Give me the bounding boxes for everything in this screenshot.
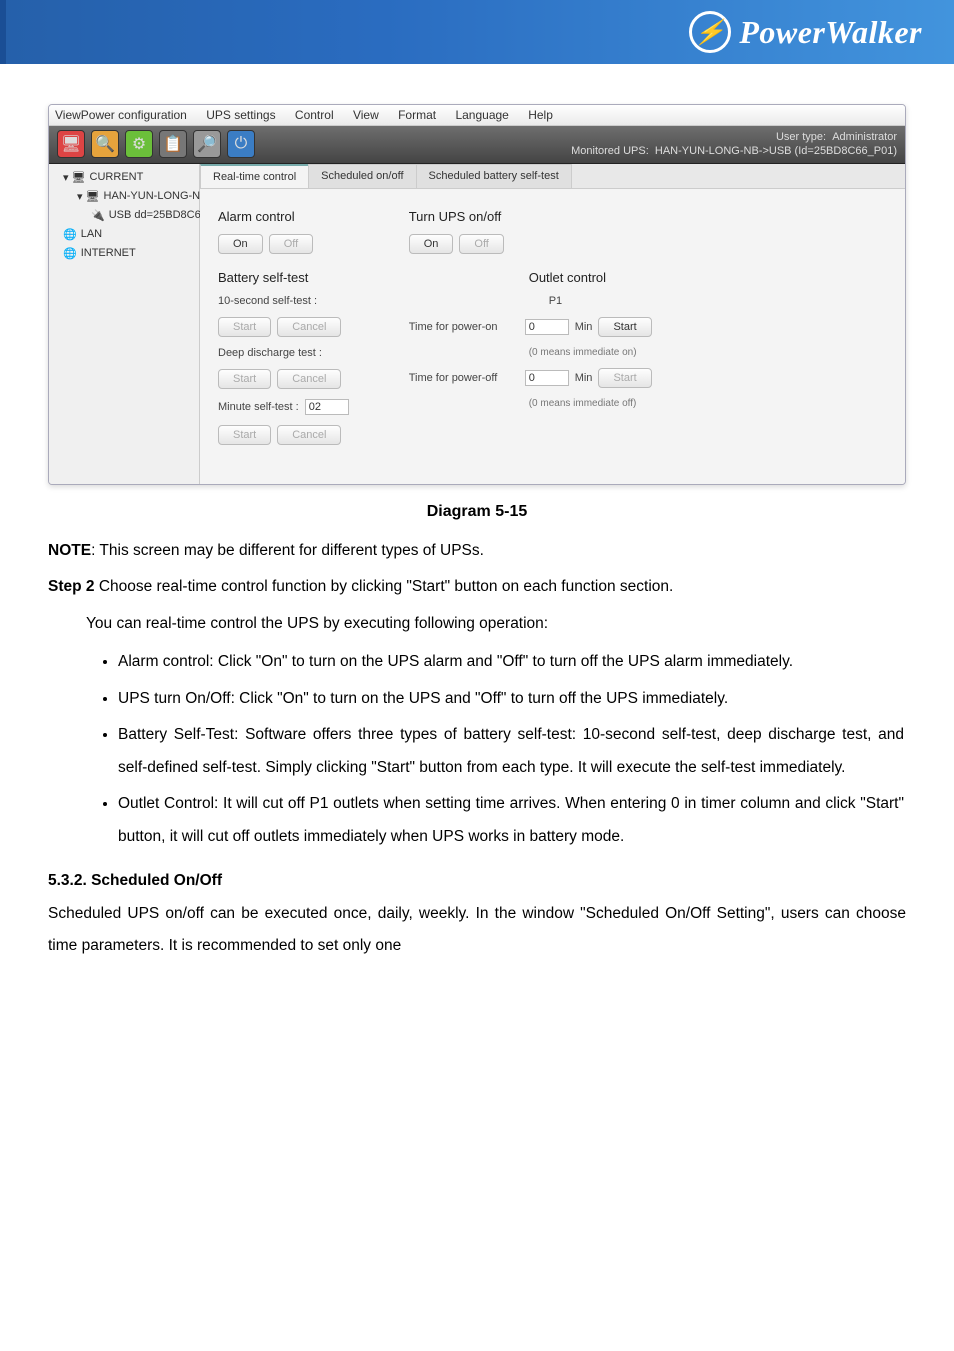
menu-ups-settings[interactable]: UPS settings	[206, 108, 275, 122]
note-on: (0 means immediate on)	[529, 347, 652, 358]
ups-on-button[interactable]: On	[409, 234, 454, 254]
ten-sec-start[interactable]: Start	[218, 317, 271, 337]
brand-text: PowerWalker	[739, 14, 922, 51]
heading-532: 5.3.2. Scheduled On/Off	[48, 872, 906, 890]
menu-format[interactable]: Format	[398, 108, 436, 122]
device-tree: ▾ 🖥 CURRENT ▾ 🖥 HAN-YUN-LONG-NB 🔌 USB dd…	[49, 164, 200, 484]
battery-title: Battery self-test	[218, 270, 349, 285]
ups-off-button[interactable]: Off	[459, 234, 503, 254]
tool-icon-4[interactable]: 📋	[159, 130, 187, 158]
para-532: Scheduled UPS on/off can be executed onc…	[48, 898, 906, 963]
menu-bar: ViewPower configuration UPS settings Con…	[49, 105, 905, 126]
minute-label: Minute self-test :	[218, 401, 299, 413]
bullet-outlet-control: Outlet Control: It will cut off P1 outle…	[118, 788, 906, 853]
turn-title: Turn UPS on/off	[409, 209, 652, 224]
intro-line: You can real-time control the UPS by exe…	[86, 608, 906, 641]
tree-lan[interactable]: 🌐 LAN	[49, 225, 199, 244]
p1-label: P1	[549, 295, 652, 307]
app-window: ViewPower configuration UPS settings Con…	[48, 104, 906, 485]
tab-scheduled-battery[interactable]: Scheduled battery self-test	[416, 164, 572, 188]
tool-icon-3[interactable]: ⚙	[125, 130, 153, 158]
toolbar: 🖥 🔍 ⚙ 📋 🔎 ⏻ User type: Administrator Mon…	[49, 126, 905, 164]
diagram-caption: Diagram 5-15	[48, 503, 906, 521]
min-unit-1: Min	[575, 321, 593, 333]
tree-internet[interactable]: 🌐 INTERNET	[49, 244, 199, 263]
left-column: Alarm control On Off Battery self-test 1…	[218, 203, 349, 445]
min-unit-2: Min	[575, 372, 593, 384]
brand-banner: ⚡ PowerWalker	[0, 0, 954, 64]
note-line: NOTE: NOTE: This screen may be different…	[48, 535, 906, 568]
menu-control[interactable]: Control	[295, 108, 334, 122]
ten-second-label: 10-second self-test :	[218, 295, 349, 307]
tree-usb[interactable]: 🔌 USB dd=25BD8C6	[49, 206, 199, 225]
alarm-title: Alarm control	[218, 209, 349, 224]
tab-scheduled-onoff[interactable]: Scheduled on/off	[308, 164, 416, 188]
tool-icon-6[interactable]: ⏻	[227, 130, 255, 158]
user-type-label: User type:	[776, 131, 826, 143]
bullet-battery-selftest: Battery Self-Test: Software offers three…	[118, 719, 906, 784]
monitored-label: Monitored UPS:	[571, 145, 649, 157]
control-tabs: Real-time control Scheduled on/off Sched…	[200, 164, 905, 189]
tool-icon-2[interactable]: 🔍	[91, 130, 119, 158]
user-type-value: Administrator	[832, 131, 897, 143]
power-off-value[interactable]: 0	[525, 370, 569, 386]
menu-view[interactable]: View	[353, 108, 379, 122]
ten-sec-cancel[interactable]: Cancel	[277, 317, 341, 337]
minute-cancel[interactable]: Cancel	[277, 425, 341, 445]
menu-language[interactable]: Language	[455, 108, 508, 122]
bullet-alarm: Alarm control: Click "On" to turn on the…	[118, 646, 906, 679]
outlet-title: Outlet control	[529, 270, 652, 285]
deep-start[interactable]: Start	[218, 369, 271, 389]
monitored-value: HAN-YUN-LONG-NB->USB (Id=25BD8C66_P01)	[655, 145, 897, 157]
tool-icon-1[interactable]: 🖥	[57, 130, 85, 158]
tool-icon-5[interactable]: 🔎	[193, 130, 221, 158]
bullet-ups-onoff: UPS turn On/Off: Click "On" to turn on t…	[118, 683, 906, 716]
alarm-on-button[interactable]: On	[218, 234, 263, 254]
step2-line: Step 2 Choose real-time control function…	[48, 571, 906, 604]
bolt-icon: ⚡	[689, 11, 731, 53]
brand-logo: ⚡ PowerWalker	[689, 11, 922, 53]
tree-host[interactable]: ▾ 🖥 HAN-YUN-LONG-NB	[49, 187, 199, 206]
power-on-label: Time for power-on	[409, 321, 519, 333]
bullet-list: Alarm control: Click "On" to turn on the…	[48, 646, 906, 853]
minute-start[interactable]: Start	[218, 425, 271, 445]
toolbar-info: User type: Administrator Monitored UPS: …	[571, 130, 897, 159]
deep-label: Deep discharge test :	[218, 347, 349, 359]
power-off-label: Time for power-off	[409, 372, 519, 384]
power-on-value[interactable]: 0	[525, 319, 569, 335]
tab-realtime[interactable]: Real-time control	[200, 164, 309, 188]
power-on-start[interactable]: Start	[598, 317, 651, 337]
menu-viewpower[interactable]: ViewPower configuration	[55, 108, 187, 122]
note-off: (0 means immediate off)	[529, 398, 652, 409]
power-off-start[interactable]: Start	[598, 368, 651, 388]
deep-cancel[interactable]: Cancel	[277, 369, 341, 389]
minute-value[interactable]: 02	[305, 399, 349, 415]
tree-current[interactable]: ▾ 🖥 CURRENT	[49, 168, 199, 187]
alarm-off-button[interactable]: Off	[269, 234, 313, 254]
menu-help[interactable]: Help	[528, 108, 553, 122]
right-column: Turn UPS on/off On Off Outlet control P1…	[409, 203, 652, 445]
